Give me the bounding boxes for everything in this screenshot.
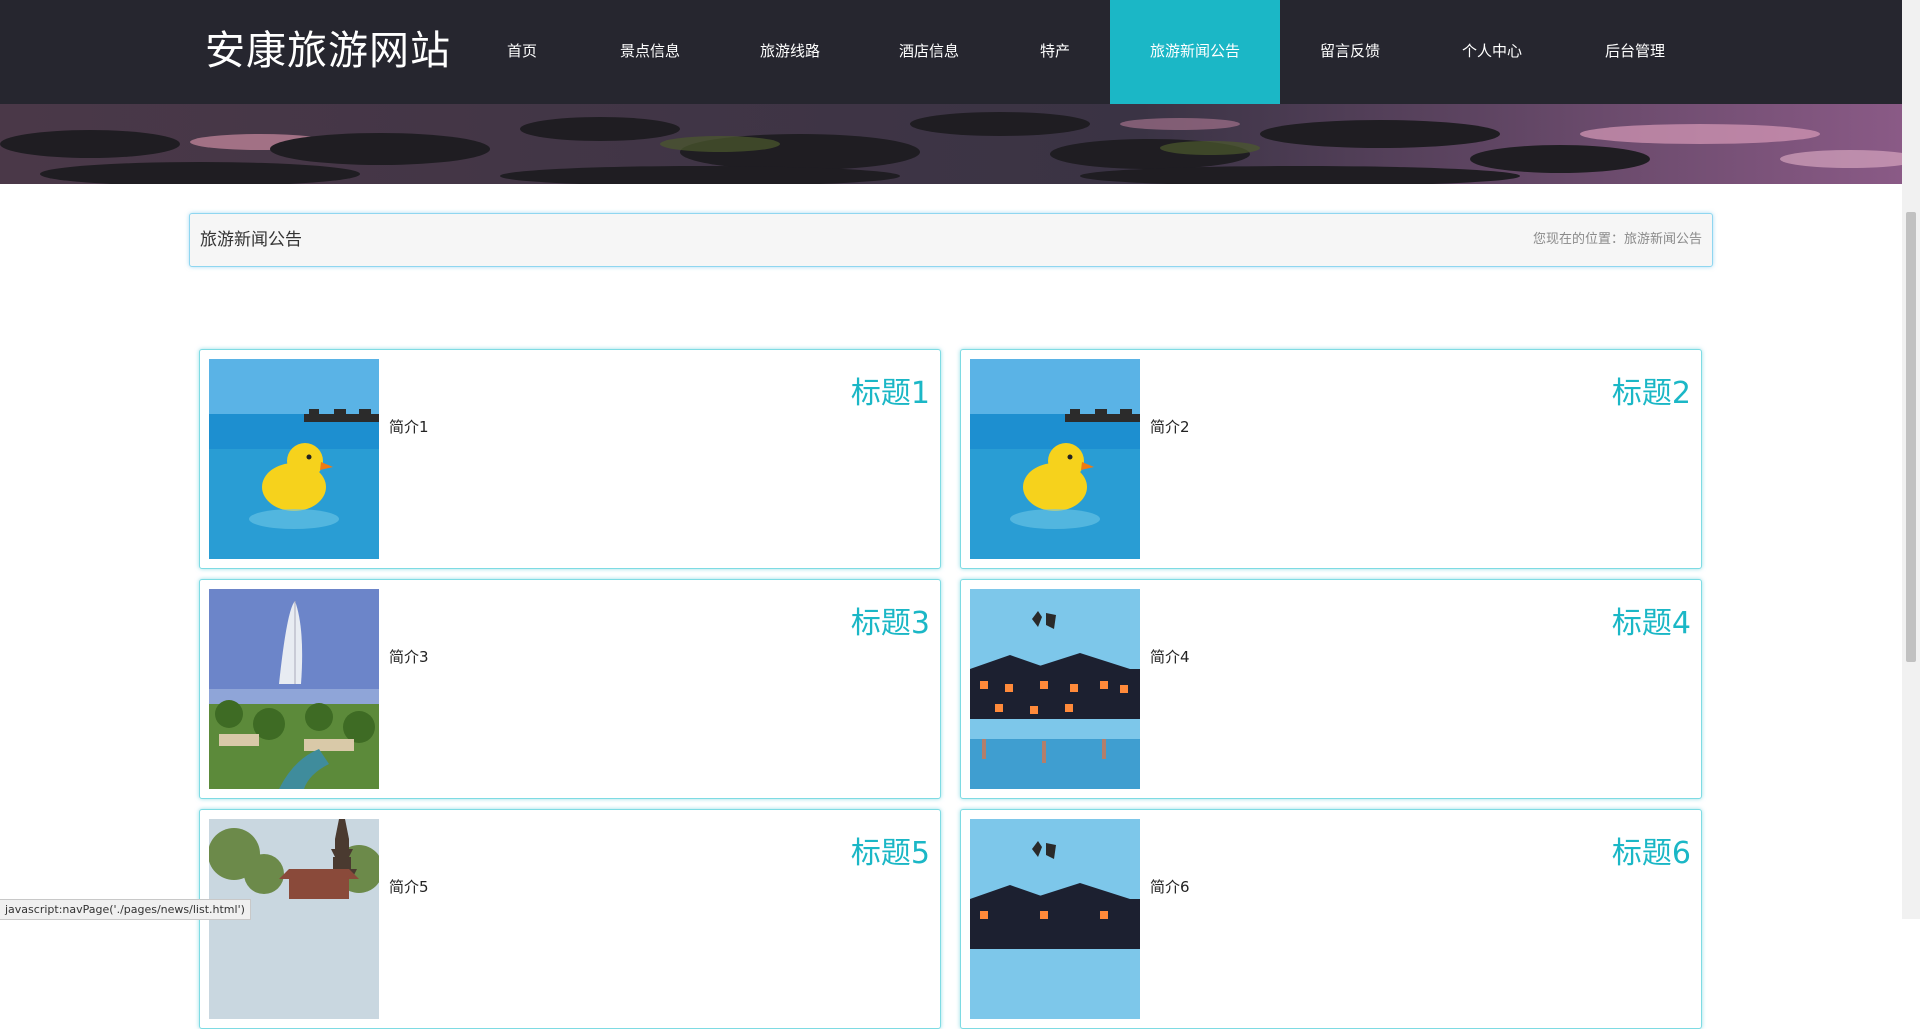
news-summary: 简介3 (389, 648, 429, 666)
news-title[interactable]: 标题4 (1612, 598, 1691, 642)
nav-item-feedback[interactable]: 留言反馈 (1305, 0, 1395, 104)
news-summary: 简介4 (1150, 648, 1190, 666)
page-title: 旅游新闻公告 (200, 230, 302, 250)
news-card[interactable]: 标题1 简介1 (199, 349, 941, 569)
news-card[interactable]: 标题5 简介5 (199, 809, 941, 1029)
news-title[interactable]: 标题3 (851, 598, 930, 642)
news-summary: 简介6 (1150, 878, 1190, 896)
banner-image (0, 104, 1902, 184)
nav-item-user-center[interactable]: 个人中心 (1447, 0, 1537, 104)
news-summary: 简介2 (1150, 418, 1190, 436)
news-summary: 简介1 (389, 418, 429, 436)
section-title-bar: 旅游新闻公告 您现在的位置：旅游新闻公告 (189, 213, 1713, 267)
nav-item-admin[interactable]: 后台管理 (1590, 0, 1680, 104)
news-thumbnail[interactable] (970, 589, 1140, 789)
site-header: 安康旅游网站 首页 景点信息 旅游线路 酒店信息 特产 旅游新闻公告 留言反馈 … (0, 0, 1902, 104)
breadcrumb: 您现在的位置：旅游新闻公告 (1532, 232, 1702, 247)
news-title[interactable]: 标题6 (1612, 828, 1691, 872)
nav-item-specialties[interactable]: 特产 (1025, 0, 1085, 104)
nav-item-routes[interactable]: 旅游线路 (745, 0, 835, 104)
news-title[interactable]: 标题5 (851, 828, 930, 872)
nav-item-attractions[interactable]: 景点信息 (605, 0, 695, 104)
news-thumbnail[interactable] (209, 589, 379, 789)
scrollbar-thumb[interactable] (1906, 212, 1916, 662)
nav-item-home[interactable]: 首页 (489, 0, 555, 104)
news-title[interactable]: 标题2 (1612, 368, 1691, 412)
news-thumbnail[interactable] (970, 819, 1140, 1019)
news-thumbnail[interactable] (970, 359, 1140, 559)
nav-item-hotels[interactable]: 酒店信息 (884, 0, 974, 104)
news-card[interactable]: 标题4 简介4 (960, 579, 1702, 799)
status-bar-link-preview: javascript:navPage('./pages/news/list.ht… (0, 899, 251, 920)
nav-item-news[interactable]: 旅游新闻公告 (1110, 0, 1280, 104)
vertical-scrollbar[interactable] (1902, 0, 1920, 919)
news-card[interactable]: 标题6 简介6 (960, 809, 1702, 1029)
news-title[interactable]: 标题1 (851, 368, 930, 412)
news-card[interactable]: 标题2 简介2 (960, 349, 1702, 569)
site-logo[interactable]: 安康旅游网站 (205, 22, 451, 80)
news-card[interactable]: 标题3 简介3 (199, 579, 941, 799)
news-summary: 简介5 (389, 878, 429, 896)
news-thumbnail[interactable] (209, 359, 379, 559)
